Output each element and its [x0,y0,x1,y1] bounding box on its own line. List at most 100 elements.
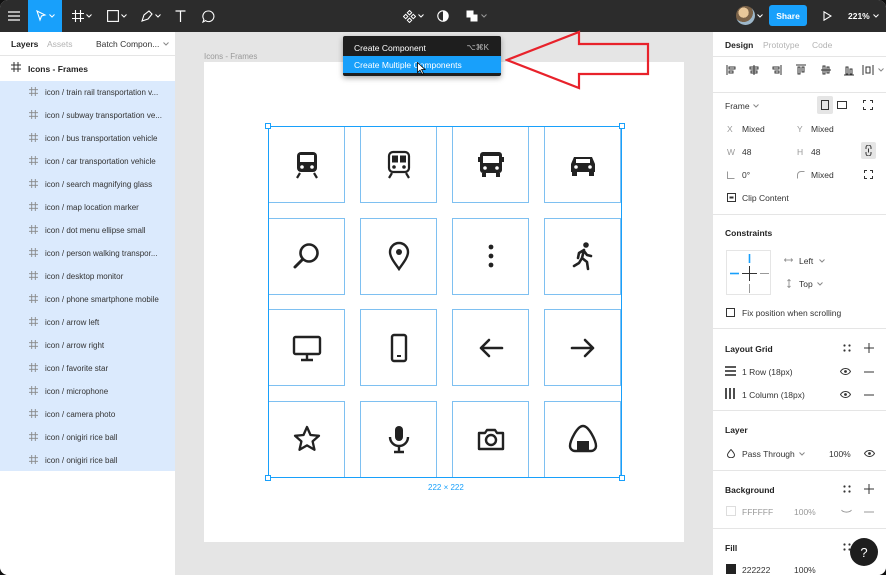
layer-row[interactable]: icon / arrow right [0,334,175,357]
remove-icon[interactable] [864,511,874,513]
eye-icon[interactable] [840,368,851,375]
tab-code[interactable]: Code [812,40,832,50]
blend-mode-dropdown[interactable]: Pass Through [742,449,795,459]
page-selector[interactable]: Batch Compon... [96,39,159,49]
constrain-proportions-toggle[interactable] [861,142,876,159]
layer-row[interactable]: icon / arrow left [0,311,175,334]
comment-tool-button[interactable] [198,0,218,32]
x-input[interactable]: Mixed [742,124,765,134]
y-input[interactable]: Mixed [811,124,834,134]
add-icon[interactable] [864,343,874,353]
layer-row[interactable]: icon / desktop monitor [0,265,175,288]
layer-row[interactable]: icon / bus transportation vehicle [0,127,175,150]
layer-row[interactable]: icon / map location marker [0,196,175,219]
checkbox-unchecked-icon[interactable] [726,308,735,317]
tab-assets[interactable]: Assets [47,39,73,49]
row-grid-icon[interactable] [725,366,736,376]
column-grid-icon[interactable] [725,388,735,399]
frame-hash-icon [29,317,38,326]
component-tool-button[interactable] [399,0,427,32]
grid-column-label[interactable]: 1 Column (18px) [742,390,805,400]
resize-handle-bottom-left[interactable] [265,475,271,481]
help-button[interactable]: ? [850,538,878,566]
corner-radius-input[interactable]: Mixed [811,170,834,180]
tab-design[interactable]: Design [725,40,753,50]
vertical-constraint-dropdown[interactable]: Top [799,279,813,289]
background-hex-input[interactable]: FFFFFF [742,507,773,517]
fix-position-label[interactable]: Fix position when scrolling [742,308,841,318]
resize-to-fit-icon[interactable] [863,100,873,110]
remove-icon[interactable] [864,371,874,373]
resize-handle-top-right[interactable] [619,123,625,129]
eye-icon[interactable] [840,391,851,398]
checkbox-checked-icon[interactable] [727,193,736,202]
grid-styles-icon[interactable] [843,344,851,352]
add-icon[interactable] [864,484,874,494]
clip-content-label[interactable]: Clip Content [742,193,789,203]
canvas[interactable]: Icons - Frames 222 × 222 [176,32,712,575]
resize-handle-top-left[interactable] [265,123,271,129]
pen-tool-button[interactable] [136,0,166,32]
layer-frame-row[interactable]: Icons - Frames [0,56,175,81]
layer-row[interactable]: icon / train rail transportation v... [0,81,175,104]
layer-row[interactable]: icon / car transportation vehicle [0,150,175,173]
layer-row[interactable]: icon / camera photo [0,403,175,426]
frame-title[interactable]: Icons - Frames [204,52,257,61]
layer-row[interactable]: icon / onigiri rice ball [0,426,175,449]
independent-corners-icon[interactable] [864,170,873,179]
resize-handle-bottom-right[interactable] [619,475,625,481]
eye-icon[interactable] [864,450,875,457]
share-button[interactable]: Share [769,5,807,26]
chevron-down-icon[interactable] [753,104,759,108]
layer-row[interactable]: icon / person walking transpor... [0,242,175,265]
main-menu-button[interactable] [0,0,28,32]
menu-item-create-component[interactable]: Create Component ⌥⌘K [343,39,501,56]
layer-row[interactable]: icon / subway transportation ve... [0,104,175,127]
chevron-down-icon[interactable] [878,68,884,72]
layer-row[interactable]: icon / favorite star [0,357,175,380]
user-avatar[interactable] [736,6,755,25]
layer-opacity-input[interactable]: 100% [829,449,851,459]
landscape-icon[interactable] [837,101,847,109]
constraint-diagram-icon [730,254,769,293]
width-input[interactable]: 48 [742,147,751,157]
chevron-down-icon[interactable] [163,42,169,46]
present-button[interactable] [818,0,836,32]
chevron-down-icon[interactable] [817,282,823,286]
move-tool-button[interactable] [28,0,62,32]
chevron-down-icon[interactable] [799,452,805,456]
alignment-icons [726,64,874,76]
height-input[interactable]: 48 [811,147,820,157]
rotation-input[interactable]: 0° [742,170,750,180]
constraint-widget[interactable] [726,250,771,295]
fill-swatch[interactable] [726,564,736,574]
remove-icon[interactable] [864,394,874,396]
mask-tool-button[interactable] [434,0,452,32]
tab-layers[interactable]: Layers [11,39,38,49]
layer-row[interactable]: icon / onigiri rice ball [0,449,175,472]
frame-preset-dropdown[interactable]: Frame [725,101,750,111]
layer-row[interactable]: icon / microphone [0,380,175,403]
chevron-down-icon[interactable] [819,259,825,263]
fill-opacity-input[interactable]: 100% [794,565,816,575]
text-tool-button[interactable] [170,0,190,32]
shape-tool-button[interactable] [102,0,132,32]
frame-hash-icon [29,156,38,165]
layer-row[interactable]: icon / search magnifying glass [0,173,175,196]
boolean-tool-button[interactable] [462,0,490,32]
portrait-toggle[interactable] [817,96,833,114]
eye-closed-icon[interactable] [841,509,852,514]
layer-row[interactable]: icon / dot menu ellipse small [0,219,175,242]
background-opacity-input[interactable]: 100% [794,507,816,517]
grid-row-label[interactable]: 1 Row (18px) [742,367,793,377]
zoom-dropdown[interactable]: 221% [848,0,879,32]
chevron-down-icon[interactable] [757,14,763,18]
layer-name: icon / search magnifying glass [45,180,153,189]
fill-hex-input[interactable]: 222222 [742,565,770,575]
layer-row[interactable]: icon / phone smartphone mobile [0,288,175,311]
tab-prototype[interactable]: Prototype [763,40,799,50]
color-styles-icon[interactable] [843,485,851,493]
horizontal-constraint-dropdown[interactable]: Left [799,256,813,266]
background-swatch[interactable] [726,506,736,516]
frame-tool-button[interactable] [66,0,98,32]
